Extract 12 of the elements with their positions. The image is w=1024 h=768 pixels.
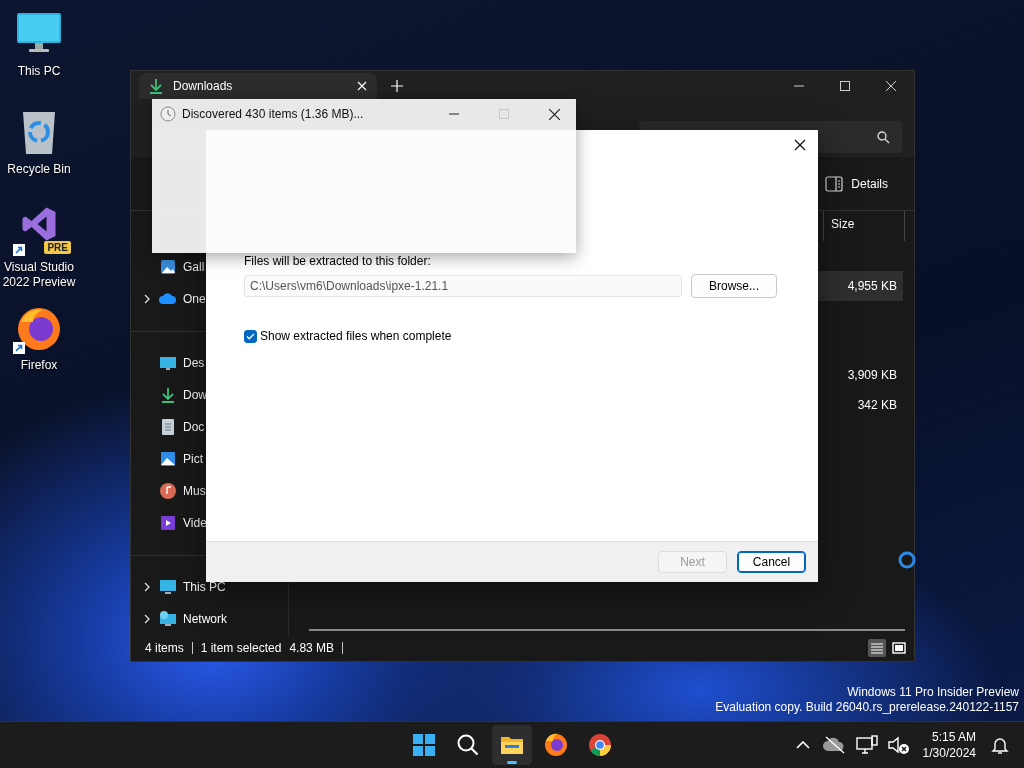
- os-build-text: Evaluation copy. Build 26040.rs_prerelease.240122-1157: [715, 700, 1019, 715]
- tab-title: Downloads: [173, 79, 234, 93]
- checkbox-label: Show extracted files when complete: [260, 329, 452, 343]
- clock-time: 5:15 AM: [931, 729, 976, 745]
- preview-badge: PRE: [44, 241, 71, 254]
- selection-count: 1 item selected: [200, 641, 282, 655]
- window-title: Discovered 430 items (1.36 MB)...: [182, 107, 365, 121]
- item-count: 4 items: [145, 641, 184, 655]
- selection-size: 4.83 MB: [289, 641, 335, 655]
- os-edition-text: Windows 11 Pro Insider Preview: [847, 685, 1019, 700]
- folder-label: Files will be extracted to this folder:: [244, 254, 432, 268]
- clock-date: 1/30/2024: [922, 745, 976, 761]
